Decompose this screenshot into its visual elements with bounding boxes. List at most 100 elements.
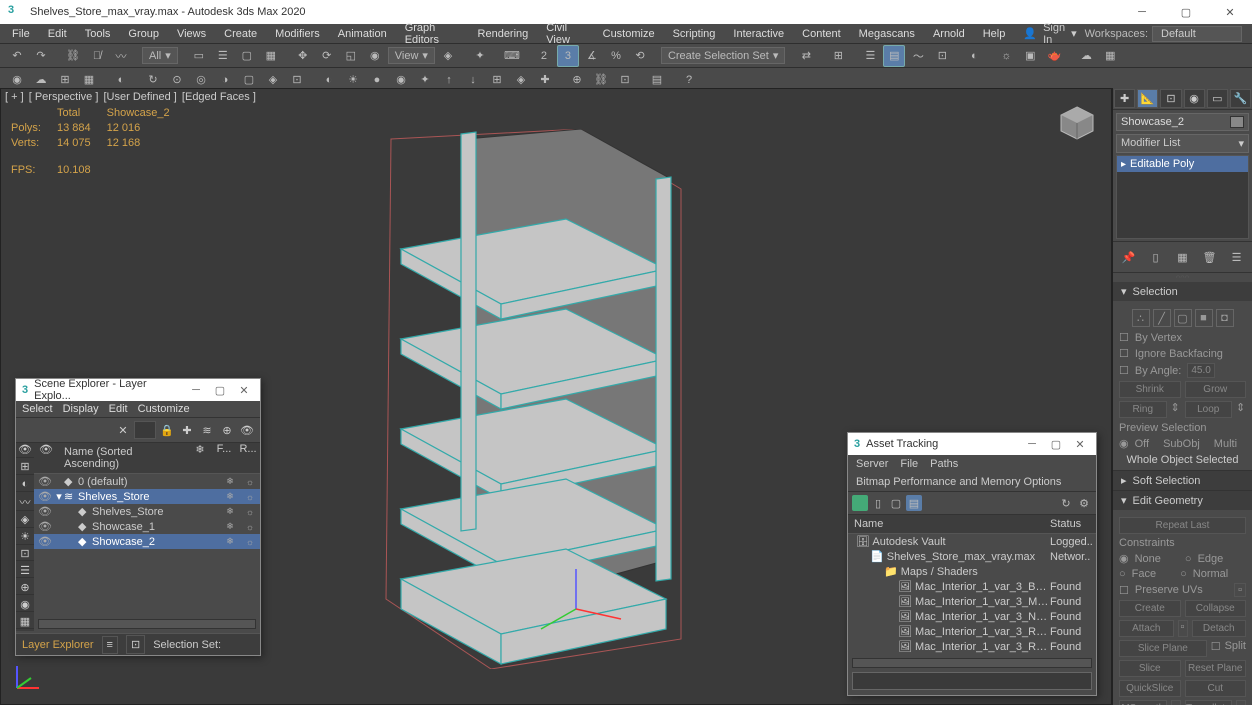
render-icon[interactable]: ☼ [240, 477, 260, 487]
at-menu-paths[interactable]: Paths [930, 458, 958, 470]
subobj-edge[interactable]: ╱ [1153, 309, 1171, 327]
eye-icon[interactable]: 👁 [38, 505, 54, 518]
render-icon[interactable]: ☼ [240, 507, 260, 517]
render-setup-button[interactable]: ☼ [995, 45, 1017, 67]
hierarchy-tab[interactable]: ⊡ [1160, 89, 1181, 108]
stack-editable-poly[interactable]: ▸ Editable Poly [1117, 156, 1248, 172]
select-move-button[interactable]: ✥ [292, 45, 314, 67]
se-sidebar-6[interactable]: ☀ [16, 530, 34, 545]
se-sidebar-9[interactable]: ⊕ [16, 580, 34, 595]
select-object-button[interactable]: ▭ [188, 45, 210, 67]
constraint-normal-radio[interactable]: ○ [1180, 568, 1187, 580]
se-config2-icon[interactable]: ⊡ [126, 635, 145, 654]
schematic-view-button[interactable]: ⊡ [931, 45, 953, 67]
attach-button[interactable]: Attach [1119, 620, 1174, 637]
at-tool-4[interactable]: ▤ [906, 495, 922, 511]
snap-3d-button[interactable]: 3 [557, 45, 579, 67]
se-sidebar-5[interactable]: ◈ [16, 513, 34, 528]
preserve-uvs-settings[interactable]: ▫ [1234, 583, 1246, 597]
se-sidebar-3[interactable]: ◐ [16, 477, 34, 492]
workspaces-select[interactable]: Default [1152, 26, 1242, 42]
at-menu-server[interactable]: Server [856, 458, 888, 470]
se-clear-search[interactable]: ✕ [114, 421, 132, 439]
menu-arnold[interactable]: Arnold [925, 26, 973, 42]
repeat-last-button[interactable]: Repeat Last [1119, 517, 1246, 534]
at-tool-2[interactable]: ▯ [870, 495, 886, 511]
se-menu-customize[interactable]: Customize [138, 403, 190, 415]
se-minimize[interactable]: ─ [186, 384, 206, 397]
grow-button[interactable]: Grow [1185, 381, 1247, 398]
utilities-tab[interactable]: 🔧 [1230, 89, 1251, 108]
select-rotate-button[interactable]: ⟳ [316, 45, 338, 67]
se-addtolayer-icon[interactable]: ⊕ [218, 421, 236, 439]
at-tool-3[interactable]: ▢ [888, 495, 904, 511]
selection-filter[interactable]: All ▾ [142, 47, 178, 64]
subobj-polygon[interactable]: ■ [1195, 309, 1213, 327]
angle-snap-button[interactable]: ∡ [581, 45, 603, 67]
keyboard-shortcut-button[interactable]: ⌨ [501, 45, 523, 67]
at-menu-bitmap[interactable]: Bitmap Performance and Memory Options [856, 476, 1061, 488]
render-icon[interactable]: ☼ [240, 537, 260, 547]
constraint-none-radio[interactable]: ◉ [1119, 552, 1129, 565]
object-name-field[interactable]: Showcase_2 [1116, 113, 1249, 131]
se-menu-display[interactable]: Display [63, 403, 99, 415]
se-config1-icon[interactable]: ≡ [102, 636, 118, 654]
menu-file[interactable]: File [4, 26, 38, 42]
unlink-button[interactable]: ⛓̸ [86, 45, 108, 67]
slice-button[interactable]: Slice [1119, 660, 1181, 677]
se-sidebar-4[interactable]: 〰 [16, 494, 34, 511]
cut-button[interactable]: Cut [1185, 680, 1247, 697]
menu-content[interactable]: Content [794, 26, 849, 42]
object-color-swatch[interactable] [1230, 116, 1244, 128]
rollout-selection[interactable]: ▾ Selection [1113, 282, 1252, 301]
select-manipulate-button[interactable]: ✦ [469, 45, 491, 67]
menu-rendering[interactable]: Rendering [470, 26, 537, 42]
menu-grapheditors[interactable]: Graph Editors [397, 20, 468, 48]
tree-row[interactable]: 👁◆0 (default)❄☼ [34, 474, 260, 489]
collapse-button[interactable]: Collapse [1185, 600, 1247, 617]
motion-tab[interactable]: ◉ [1184, 89, 1205, 108]
menu-animation[interactable]: Animation [330, 26, 395, 42]
menu-group[interactable]: Group [120, 26, 167, 42]
ring-button[interactable]: Ring [1119, 401, 1167, 418]
disclosure-icon[interactable]: ▾ [54, 490, 64, 503]
asset-row[interactable]: 🖼 Mac_Interior_1_var_3_Normal.pngFound [848, 609, 1096, 624]
eye-icon[interactable]: 👁 [38, 520, 54, 533]
se-close[interactable]: ✕ [234, 384, 254, 397]
tessellate-button[interactable]: Tessellate [1185, 700, 1233, 705]
se-hideunhide-icon[interactable]: 👁 [238, 421, 256, 439]
at-maximize[interactable]: ▢ [1046, 438, 1066, 451]
menu-create[interactable]: Create [216, 26, 265, 42]
se-layers-icon[interactable]: ≋ [198, 421, 216, 439]
sliceplane-button[interactable]: Slice Plane [1119, 640, 1207, 657]
se-f-col[interactable]: F... [212, 443, 236, 473]
signin-button[interactable]: 👤 Sign In ▾ [1017, 22, 1082, 46]
rendered-frame-button[interactable]: ▣ [1019, 45, 1041, 67]
freeze-icon[interactable]: ❄ [220, 476, 240, 487]
by-angle-checkbox[interactable]: ☐ [1119, 364, 1129, 377]
quickslice-button[interactable]: QuickSlice [1119, 680, 1181, 697]
msmooth-button[interactable]: MSmooth [1119, 700, 1167, 705]
menu-scripting[interactable]: Scripting [665, 26, 724, 42]
freeze-icon[interactable]: ❄ [220, 521, 240, 532]
toggle-layer-explorer-button[interactable]: ☰ [859, 45, 881, 67]
tree-row[interactable]: 👁◆Showcase_2❄☼ [34, 534, 260, 549]
tree-row[interactable]: 👁◆Shelves_Store❄☼ [34, 504, 260, 519]
menu-megascans[interactable]: Megascans [851, 26, 923, 42]
percent-snap-button[interactable]: % [605, 45, 627, 67]
close-button[interactable]: ✕ [1208, 0, 1252, 24]
se-sidebar-10[interactable]: ◉ [16, 597, 34, 612]
align-button[interactable]: ⊞ [827, 45, 849, 67]
subobj-vertex[interactable]: ∴ [1132, 309, 1150, 327]
at-titlebar[interactable]: 3Asset Tracking ─▢✕ [848, 433, 1096, 455]
at-tool-1[interactable] [852, 495, 868, 511]
at-close[interactable]: ✕ [1070, 438, 1090, 451]
spinner-snap-button[interactable]: ⟲ [629, 45, 651, 67]
render-button[interactable]: 🫖 [1043, 45, 1065, 67]
at-refresh-icon[interactable]: ↻ [1058, 495, 1074, 511]
display-tab[interactable]: ▭ [1207, 89, 1228, 108]
select-region-button[interactable]: ▢ [236, 45, 258, 67]
menu-edit[interactable]: Edit [40, 26, 75, 42]
se-footer-label[interactable]: Layer Explorer [22, 639, 94, 651]
menu-help[interactable]: Help [975, 26, 1014, 42]
